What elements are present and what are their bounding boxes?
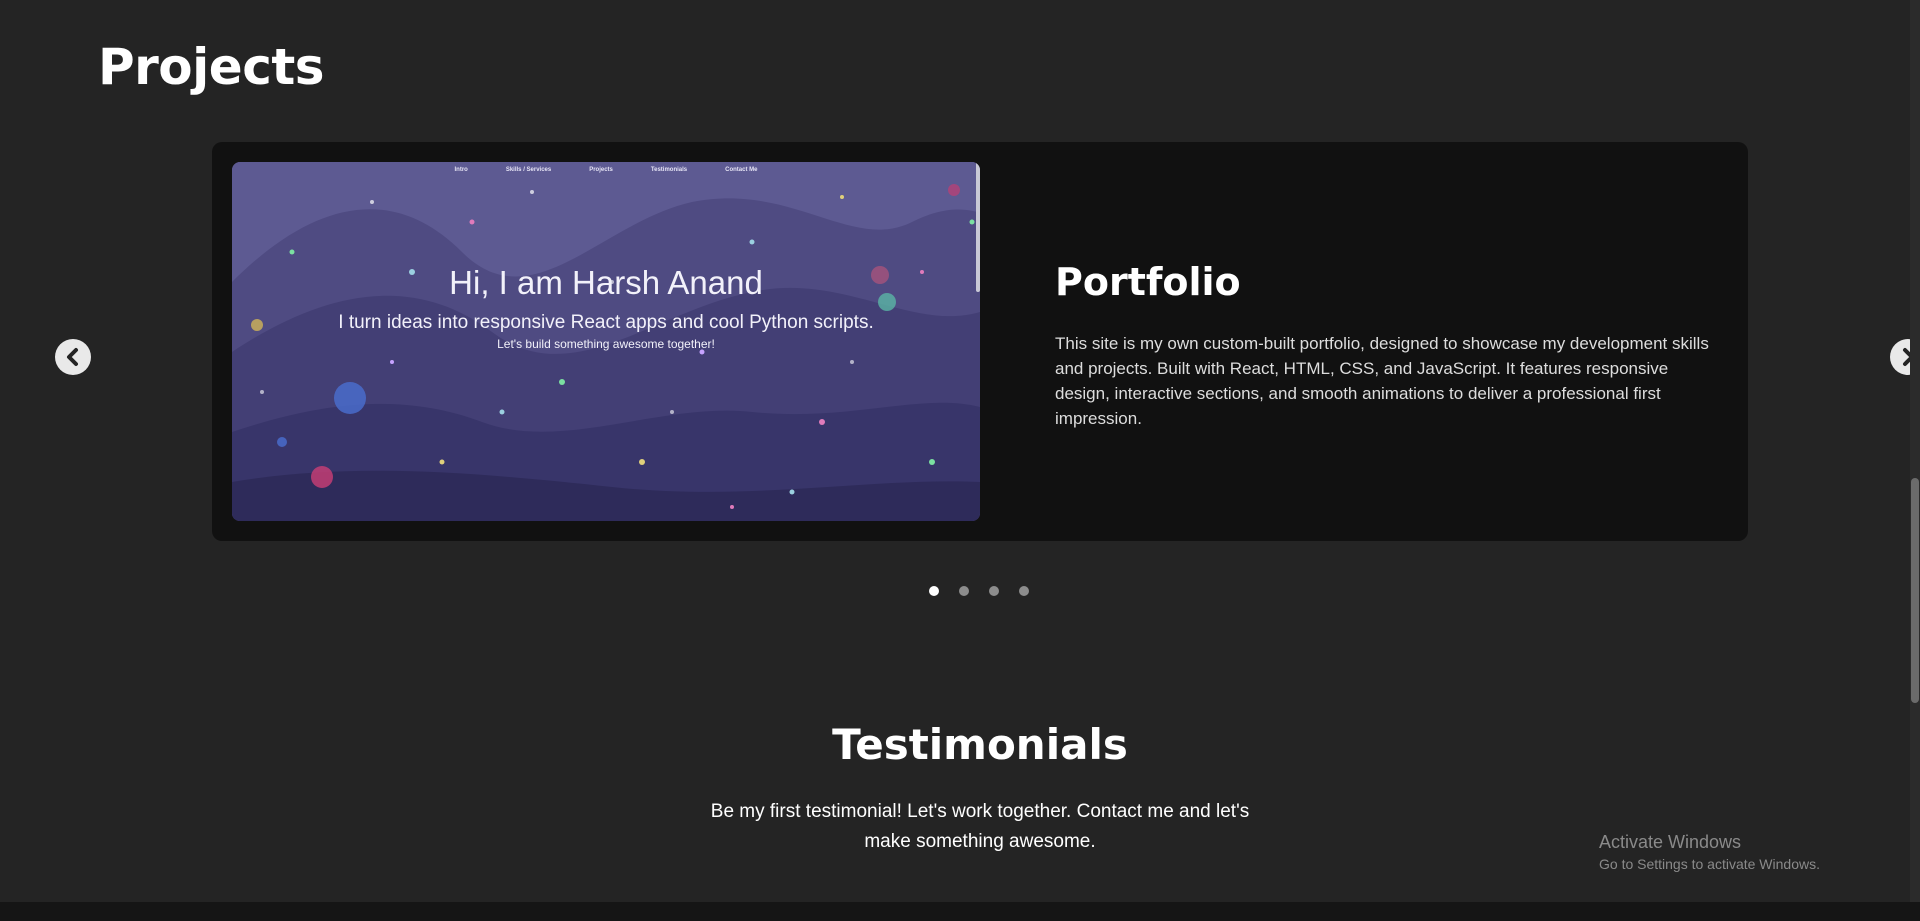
project-description: This site is my own custom-built portfol… — [1055, 334, 1709, 428]
preview-nav-item: Intro — [454, 167, 468, 173]
page-scrollbar-thumb[interactable] — [1911, 478, 1919, 703]
page-scrollbar[interactable] — [1910, 0, 1920, 902]
chevron-left-icon — [67, 348, 78, 366]
preview-heading: Hi, I am Harsh Anand — [449, 264, 763, 301]
project-preview-image[interactable]: Intro Skills / Services Projects Testimo… — [232, 162, 980, 521]
preview-nav-item: Contact Me — [725, 167, 758, 173]
preview-subheading: I turn ideas into responsive React apps … — [338, 312, 874, 333]
carousel-dot[interactable] — [989, 586, 999, 596]
project-title: Portfolio — [1055, 260, 1241, 304]
preview-scrollbar — [976, 162, 980, 292]
testimonials-text: Be my first testimonial! Let's work toge… — [710, 801, 1250, 852]
project-slide: Intro Skills / Services Projects Testimo… — [212, 142, 1748, 541]
preview-nav-item: Testimonials — [650, 167, 688, 173]
preview-nav-item: Projects — [589, 167, 613, 173]
carousel-dot[interactable] — [1019, 586, 1029, 596]
testimonials-heading: Testimonials — [832, 720, 1128, 769]
watermark-title: Activate Windows — [1599, 832, 1742, 852]
carousel-dot[interactable] — [959, 586, 969, 596]
watermark-subtitle: Go to Settings to activate Windows. — [1599, 856, 1820, 872]
carousel-dots — [929, 586, 1029, 596]
carousel-dot[interactable] — [929, 586, 939, 596]
preview-nav-item: Skills / Services — [505, 167, 552, 173]
preview-nav: Intro Skills / Services Projects Testimo… — [232, 167, 980, 173]
carousel-prev-button[interactable] — [55, 339, 91, 375]
windows-activation-watermark: Activate Windows Go to Settings to activ… — [1599, 832, 1820, 872]
projects-heading: Projects — [98, 38, 325, 96]
preview-tagline: Let's build something awesome together! — [497, 337, 715, 351]
footer-strip — [0, 902, 1920, 921]
